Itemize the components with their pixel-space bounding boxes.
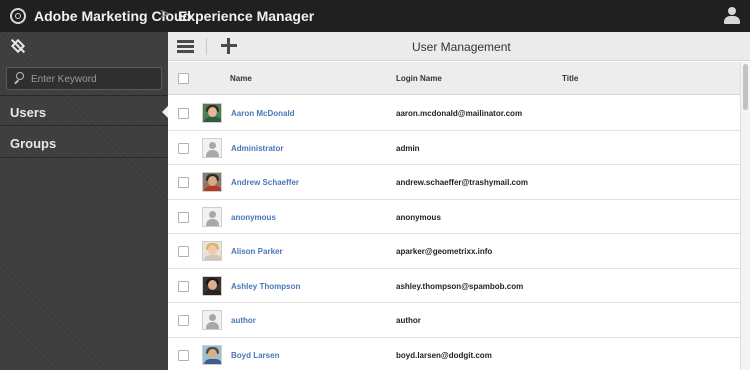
search-icon <box>14 72 24 86</box>
table-scrollbar[interactable] <box>740 62 750 370</box>
user-login: aparker@geometrixx.info <box>396 247 493 256</box>
avatar <box>202 172 222 192</box>
user-profile-icon-body <box>724 16 740 24</box>
sidebar-item-groups[interactable]: Groups <box>0 127 168 158</box>
select-all-checkbox[interactable] <box>178 73 189 84</box>
row-checkbox[interactable] <box>178 177 189 188</box>
navigation-rail-icon[interactable] <box>10 38 26 54</box>
user-login: andrew.schaeffer@trashymail.com <box>396 178 528 187</box>
toolbar-divider <box>206 38 207 55</box>
breadcrumb-chevron-icon: > <box>160 6 170 23</box>
page-title: User Management <box>412 40 511 54</box>
product-title[interactable]: Experience Manager <box>178 8 314 24</box>
list-view-icon-line <box>177 50 194 53</box>
column-header-name[interactable]: Name <box>230 74 252 83</box>
row-checkbox[interactable] <box>178 349 189 361</box>
avatar-face <box>208 176 217 186</box>
search-icon-handle <box>14 79 19 85</box>
user-login: aaron.mcdonald@mailinator.com <box>396 109 523 118</box>
table-row[interactable]: Aaron McDonald aaron.mcdonald@mailinator… <box>168 96 740 131</box>
user-login: admin <box>396 143 420 153</box>
sidebar-item-users-label: Users <box>10 105 47 120</box>
user-login: author <box>396 316 421 325</box>
table-row[interactable]: Ashley Thompson ashley.thompson@spambob.… <box>168 268 740 303</box>
avatar-face <box>208 348 217 359</box>
user-profile-icon[interactable] <box>724 7 740 25</box>
avatar-default-body <box>206 218 219 226</box>
user-name-link[interactable]: Administrator <box>231 144 283 153</box>
avatar-shirt <box>204 358 221 364</box>
table-row[interactable]: Administrator admin <box>168 130 740 165</box>
avatar-default-body <box>206 149 219 157</box>
avatar <box>202 275 222 296</box>
user-name-link[interactable]: author <box>231 316 256 325</box>
avatar-face <box>208 279 217 290</box>
row-checkbox[interactable] <box>178 108 189 119</box>
user-name-link[interactable]: anonymous <box>231 213 276 222</box>
table-row[interactable]: author author <box>168 303 740 338</box>
avatar <box>202 103 222 123</box>
avatar-shirt <box>204 186 221 191</box>
user-name-link[interactable]: Andrew Schaeffer <box>231 178 299 187</box>
avatar-default-icon <box>202 310 222 330</box>
avatar-default-head <box>209 141 216 149</box>
avatar-shirt <box>204 255 221 260</box>
avatar <box>202 344 222 365</box>
avatar-shirt <box>204 117 221 122</box>
search-input[interactable] <box>31 71 157 87</box>
column-header-title[interactable]: Title <box>562 74 578 83</box>
avatar-default-head <box>209 314 216 321</box>
avatar-face <box>208 245 217 255</box>
avatar-shirt <box>204 289 221 295</box>
user-login: anonymous <box>396 212 441 222</box>
sidebar: Users Groups <box>0 32 168 370</box>
row-checkbox[interactable] <box>178 315 189 326</box>
sidebar-item-groups-label: Groups <box>10 136 57 151</box>
toolbar: User Management <box>168 32 750 61</box>
row-checkbox[interactable] <box>178 211 189 223</box>
user-name-link[interactable]: Aaron McDonald <box>231 109 295 118</box>
row-checkbox[interactable] <box>178 280 189 292</box>
list-view-icon-line <box>177 45 194 48</box>
row-checkbox[interactable] <box>178 246 189 257</box>
column-header-login-name[interactable]: Login Name <box>396 74 442 83</box>
avatar <box>202 241 222 261</box>
user-login: boyd.larsen@dodgit.com <box>396 350 492 360</box>
table-row[interactable]: Boyd Larsen boyd.larsen@dodgit.com <box>168 337 740 370</box>
avatar-default-body <box>206 322 219 329</box>
avatar-default-icon <box>202 137 222 158</box>
table-row[interactable]: Alison Parker aparker@geometrixx.info <box>168 234 740 269</box>
table-row[interactable]: Andrew Schaeffer andrew.schaeffer@trashy… <box>168 165 740 200</box>
user-name-link[interactable]: Alison Parker <box>231 247 283 256</box>
sidebar-item-users[interactable]: Users <box>0 95 168 126</box>
user-name-link[interactable]: Boyd Larsen <box>231 351 279 360</box>
user-table-body: Aaron McDonald aaron.mcdonald@mailinator… <box>168 96 740 370</box>
list-view-icon[interactable] <box>177 40 194 53</box>
avatar-default-icon <box>202 206 222 227</box>
table-header: Name Login Name Title <box>168 62 740 95</box>
scrollbar-thumb[interactable] <box>743 64 748 110</box>
search-box[interactable] <box>6 67 162 90</box>
avatar-default-head <box>209 210 216 218</box>
adobe-marketing-cloud-logo-icon[interactable] <box>10 8 26 24</box>
user-profile-icon-head <box>728 7 736 15</box>
user-login: ashley.thompson@spambob.com <box>396 281 524 291</box>
list-view-icon-line <box>177 40 194 43</box>
global-header: Adobe Marketing Cloud > Experience Manag… <box>0 0 750 32</box>
row-checkbox[interactable] <box>178 142 189 154</box>
avatar-face <box>208 107 217 117</box>
table-row[interactable]: anonymous anonymous <box>168 199 740 234</box>
user-name-link[interactable]: Ashley Thompson <box>231 282 300 291</box>
add-user-icon[interactable] <box>221 38 237 54</box>
